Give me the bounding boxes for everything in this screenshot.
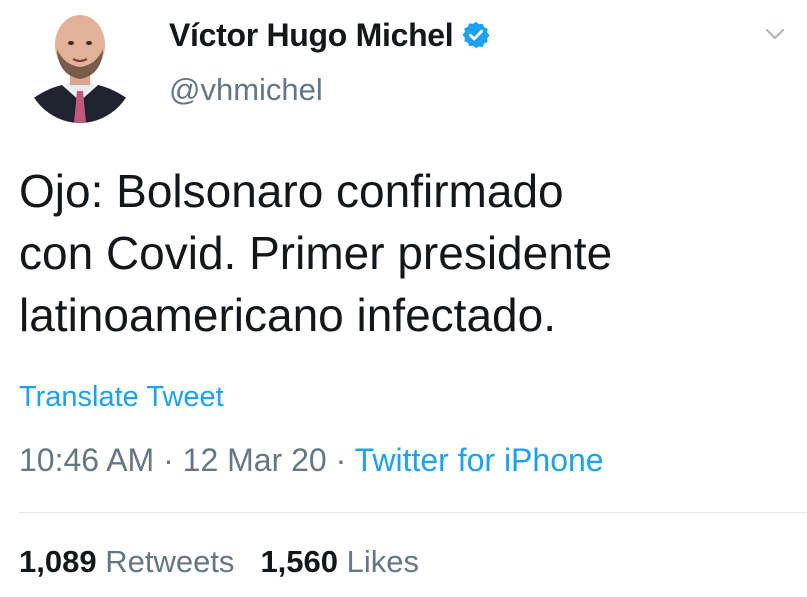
retweets-stat[interactable]: 1,089 Retweets xyxy=(19,544,234,579)
tweet-source-link[interactable]: Twitter for iPhone xyxy=(355,442,604,478)
translate-tweet-link[interactable]: Translate Tweet xyxy=(19,381,224,414)
avatar-image xyxy=(24,5,136,123)
author-name-row: Víctor Hugo Michel xyxy=(169,12,491,58)
tweet-text: Ojo: Bolsonaro confirmado con Covid. Pri… xyxy=(19,165,613,341)
avatar[interactable] xyxy=(24,5,136,123)
likes-stat[interactable]: 1,560 Likes xyxy=(260,544,419,579)
meta-separator: · xyxy=(154,442,183,478)
likes-count: 1,560 xyxy=(260,544,339,579)
retweets-label: Retweets xyxy=(105,544,235,579)
user-handle[interactable]: @vhmichel xyxy=(169,72,323,108)
verified-badge-icon xyxy=(461,20,491,50)
tweet-date[interactable]: 12 Mar 20 xyxy=(183,442,327,478)
meta-separator: · xyxy=(326,442,355,478)
tweet-stats: 1,089 Retweets 1,560 Likes xyxy=(19,544,419,580)
tweet-meta: 10:46 AM · 12 Mar 20 · Twitter for iPhon… xyxy=(19,442,604,479)
tweet-time[interactable]: 10:46 AM xyxy=(19,442,154,478)
tweet-card: Víctor Hugo Michel @vhmichel Ojo: Bolson… xyxy=(0,0,807,597)
display-name[interactable]: Víctor Hugo Michel xyxy=(169,17,454,54)
chevron-down-icon[interactable] xyxy=(763,22,787,46)
retweets-count: 1,089 xyxy=(19,544,97,579)
divider xyxy=(19,512,807,513)
likes-label: Likes xyxy=(346,544,420,579)
